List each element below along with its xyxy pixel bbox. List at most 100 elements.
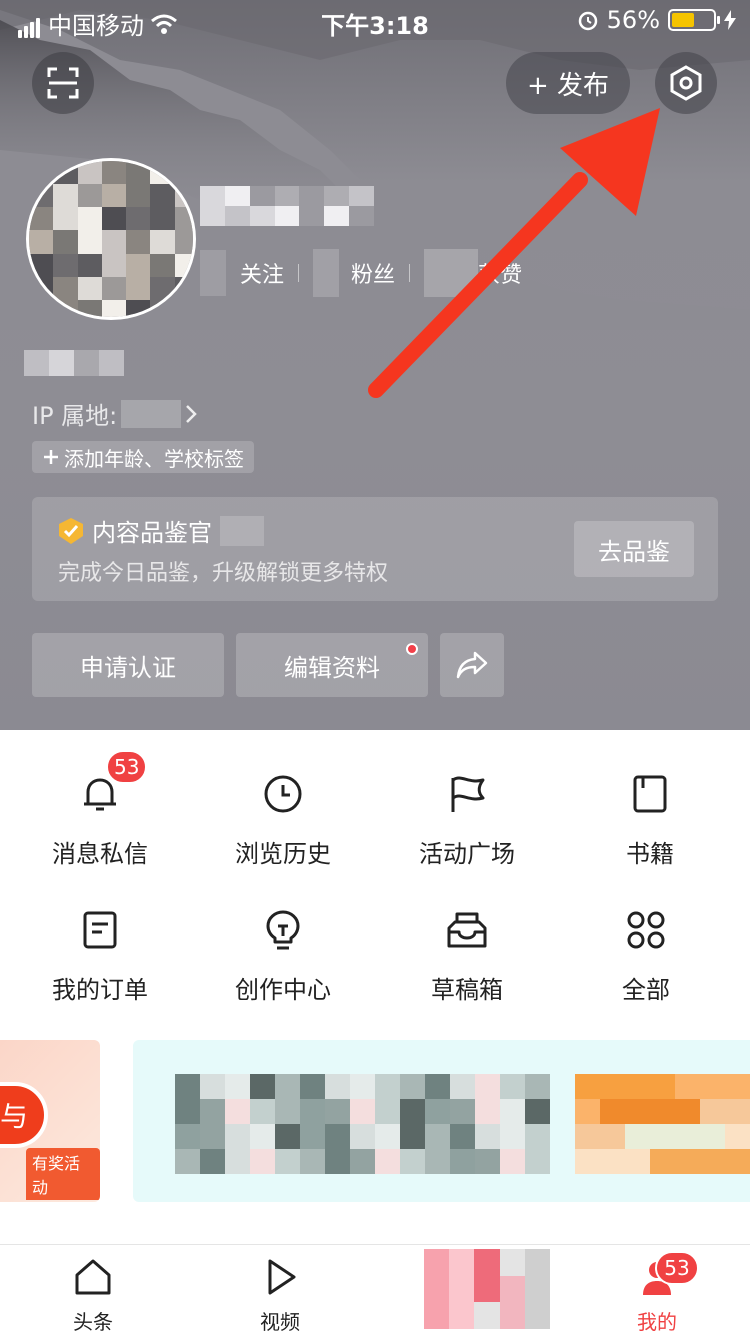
tab-badge: 53: [655, 1251, 699, 1285]
banner-pixel: [375, 1099, 400, 1124]
edit-profile-button[interactable]: 编辑资料: [236, 633, 428, 697]
profile-stats: 关注 粉丝 获赞: [200, 249, 522, 297]
curate-button[interactable]: 去品鉴: [574, 521, 694, 577]
name-pixel: [299, 206, 325, 226]
banner-pixel: [600, 1149, 625, 1174]
tab-mine[interactable]: 53 我的: [607, 1251, 707, 1334]
username-pixelated: [200, 186, 374, 226]
name-pixel: [224, 206, 250, 226]
banner-pixel: [350, 1124, 375, 1149]
banner-pixel: [300, 1149, 325, 1174]
banner-pixel: [475, 1149, 500, 1174]
menu-item-activities[interactable]: 活动广场: [373, 772, 561, 869]
avatar-pixel: [53, 276, 78, 300]
settings-button[interactable]: [655, 52, 717, 114]
scan-button[interactable]: [32, 52, 94, 114]
banner-pixel: [275, 1124, 300, 1149]
banner-pixel: [425, 1149, 450, 1174]
banner-pixel: [200, 1099, 225, 1124]
menu-item-orders[interactable]: 我的订单: [6, 908, 194, 1005]
menu-item-drafts[interactable]: 草稿箱: [373, 908, 561, 1005]
tab-pixel: [524, 1302, 550, 1329]
add-tag-label: 添加年龄、学校标签: [64, 446, 244, 471]
publish-button[interactable]: + 发布: [506, 52, 630, 114]
feature-menu: 53 消息私信 浏览历史 活动广场 书籍 我的订单 创作中心 草稿箱 全部: [0, 730, 750, 1030]
share-button[interactable]: [440, 633, 504, 697]
name-pixel: [224, 186, 250, 206]
banner-pixel: [400, 1149, 425, 1174]
menu-label: 消息私信: [52, 840, 148, 868]
avatar-pixel: [101, 207, 127, 231]
fans-label[interactable]: 粉丝: [351, 257, 395, 289]
name-pixel: [324, 186, 350, 206]
menu-item-creator-center[interactable]: 创作中心: [189, 908, 377, 1005]
banner-pixel: [200, 1149, 225, 1174]
avatar-pixel: [101, 161, 127, 185]
banner-pixel: [475, 1074, 500, 1099]
menu-label: 书籍: [626, 840, 674, 868]
avatar-pixel: [150, 230, 175, 254]
tab-label: 视频: [260, 1310, 300, 1334]
banner-pixel: [175, 1124, 200, 1149]
likes-count-pixelated: [424, 249, 479, 297]
banner-pixel: [675, 1074, 700, 1099]
banner-pixel: [700, 1074, 725, 1099]
banner-pixel: [700, 1124, 725, 1149]
tab-video[interactable]: 视频: [230, 1257, 330, 1334]
banner-pixel: [450, 1074, 475, 1099]
ip-label: IP 属地:: [32, 402, 118, 430]
verify-button[interactable]: 申请认证: [32, 633, 224, 697]
bio-pixel: [74, 350, 99, 376]
bio-pixel: [49, 350, 74, 376]
tab-headlines[interactable]: 头条: [43, 1257, 143, 1334]
avatar[interactable]: [26, 158, 196, 320]
banner-pixel: [575, 1149, 600, 1174]
menu-label: 草稿箱: [431, 976, 503, 1004]
banner-pixel: [325, 1074, 350, 1099]
banner-pixel: [300, 1074, 325, 1099]
prize-activity-label: 有奖活动: [26, 1148, 100, 1200]
avatar-pixel: [126, 184, 151, 208]
avatar-pixel: [150, 253, 175, 277]
banner-pixel: [625, 1124, 650, 1149]
avatar-pixel: [101, 230, 127, 254]
name-pixel: [274, 186, 300, 206]
banner-pixel: [525, 1099, 550, 1124]
banner-pixel: [450, 1099, 475, 1124]
banner-pixel: [650, 1074, 675, 1099]
edit-profile-label: 编辑资料: [284, 653, 380, 682]
name-pixel: [200, 186, 225, 206]
bio-pixel: [24, 350, 49, 376]
banner-pixel: [400, 1099, 425, 1124]
promo-banner-left[interactable]: 与 有奖活动: [0, 1040, 100, 1202]
menu-item-history[interactable]: 浏览历史: [189, 772, 377, 869]
banner-pixel: [650, 1149, 675, 1174]
center-tab-pixelated[interactable]: [424, 1249, 550, 1329]
avatar-pixel: [77, 207, 102, 231]
tab-label: 我的: [637, 1310, 677, 1334]
follow-label[interactable]: 关注: [240, 257, 284, 289]
tab-pixel: [474, 1275, 500, 1303]
menu-item-books[interactable]: 书籍: [556, 772, 744, 869]
banner-pixel: [225, 1099, 250, 1124]
add-tag-button[interactable]: 添加年龄、学校标签: [32, 441, 254, 473]
alarm-icon: [578, 11, 597, 31]
promo-banner-right[interactable]: [133, 1040, 750, 1202]
bottom-tab-bar: 头条 视频 53 我的: [0, 1244, 750, 1334]
banner-pixel: [200, 1074, 225, 1099]
avatar-pixel: [101, 253, 127, 277]
charging-icon: [724, 10, 736, 30]
banner-pixel: [350, 1149, 375, 1174]
menu-item-messages[interactable]: 53 消息私信: [6, 750, 194, 869]
likes-label[interactable]: 获赞: [478, 257, 522, 289]
banner-pixel: [575, 1099, 600, 1124]
banner-pixel: [725, 1099, 750, 1124]
avatar-pixel: [126, 207, 151, 231]
tab-pixel: [524, 1275, 550, 1303]
banner-pixel: [475, 1099, 500, 1124]
banner-pixel: [725, 1124, 750, 1149]
banner-pixel: [450, 1149, 475, 1174]
menu-item-all[interactable]: 全部: [552, 908, 740, 1005]
ip-location[interactable]: IP 属地:: [32, 396, 198, 431]
banner-pixel: [400, 1124, 425, 1149]
